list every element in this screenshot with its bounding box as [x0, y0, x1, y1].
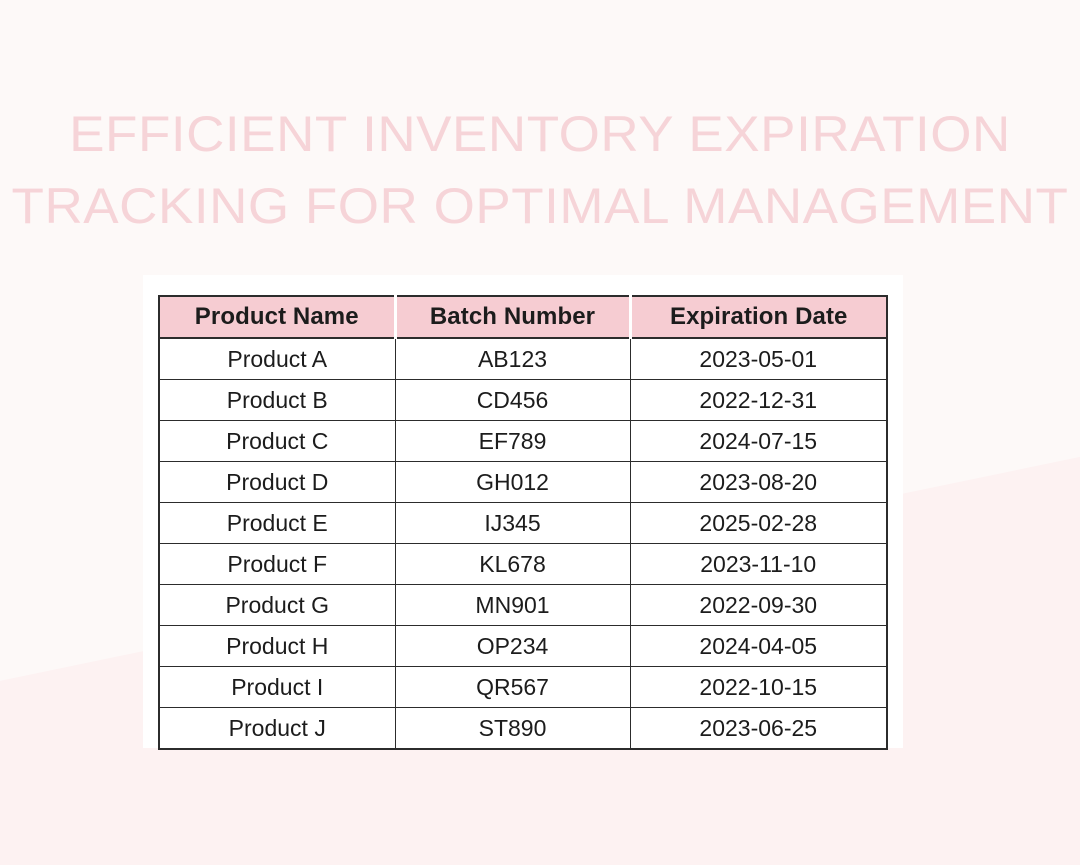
cell-expiration-date[interactable]: 2023-08-20 — [630, 461, 887, 503]
cell-batch-number[interactable]: GH012 — [395, 461, 631, 503]
table-row[interactable]: Product C EF789 2024-07-15 — [159, 420, 887, 462]
cell-batch-number[interactable]: MN901 — [395, 584, 631, 626]
cell-batch-number[interactable]: EF789 — [395, 420, 631, 462]
cell-product-name[interactable]: Product C — [159, 420, 396, 462]
cell-batch-number[interactable]: CD456 — [395, 379, 631, 421]
cell-batch-number[interactable]: QR567 — [395, 666, 631, 708]
table-row[interactable]: Product E IJ345 2025-02-28 — [159, 502, 887, 544]
table-row[interactable]: Product J ST890 2023-06-25 — [159, 707, 887, 749]
cell-expiration-date[interactable]: 2023-06-25 — [630, 707, 887, 749]
table-row[interactable]: Product A AB123 2023-05-01 — [159, 338, 887, 380]
cell-batch-number[interactable]: AB123 — [395, 338, 631, 380]
cell-product-name[interactable]: Product A — [159, 338, 396, 380]
cell-product-name[interactable]: Product D — [159, 461, 396, 503]
table-body: Product A AB123 2023-05-01 Product B CD456 20… — [159, 338, 887, 749]
table-row[interactable]: Product D GH012 2023-08-20 — [159, 461, 887, 503]
table-row[interactable]: Product F KL678 2023-11-10 — [159, 543, 887, 585]
table-header: Product Name Batch Number Expiration Dat… — [159, 296, 887, 339]
table-row[interactable]: Product H OP234 2024-04-05 — [159, 625, 887, 667]
column-header-product-name[interactable]: Product Name — [159, 296, 397, 339]
cell-product-name[interactable]: Product J — [159, 707, 396, 749]
column-header-expiration-date[interactable]: Expiration Date — [630, 296, 887, 339]
cell-product-name[interactable]: Product G — [159, 584, 396, 626]
cell-batch-number[interactable]: ST890 — [395, 707, 631, 749]
table-row[interactable]: Product G MN901 2022-09-30 — [159, 584, 887, 626]
table-card: Product Name Batch Number Expiration Dat… — [143, 275, 903, 750]
cell-batch-number[interactable]: KL678 — [395, 543, 631, 585]
cell-expiration-date[interactable]: 2024-07-15 — [630, 420, 887, 462]
cell-product-name[interactable]: Product I — [159, 666, 396, 708]
cell-expiration-date[interactable]: 2023-11-10 — [630, 543, 887, 585]
cell-expiration-date[interactable]: 2022-12-31 — [630, 379, 887, 421]
cell-product-name[interactable]: Product E — [159, 502, 396, 544]
cell-expiration-date[interactable]: 2022-09-30 — [630, 584, 887, 626]
cell-expiration-date[interactable]: 2023-05-01 — [630, 338, 887, 380]
cell-product-name[interactable]: Product H — [159, 625, 396, 667]
cell-expiration-date[interactable]: 2025-02-28 — [630, 502, 887, 544]
cell-product-name[interactable]: Product B — [159, 379, 396, 421]
cell-product-name[interactable]: Product F — [159, 543, 396, 585]
cell-batch-number[interactable]: IJ345 — [395, 502, 631, 544]
table-row[interactable]: Product B CD456 2022-12-31 — [159, 379, 887, 421]
table-row[interactable]: Product I QR567 2022-10-15 — [159, 666, 887, 708]
cell-batch-number[interactable]: OP234 — [395, 625, 631, 667]
column-header-batch-number[interactable]: Batch Number — [395, 296, 632, 339]
inventory-expiration-table: Product Name Batch Number Expiration Dat… — [158, 295, 888, 750]
cell-expiration-date[interactable]: 2024-04-05 — [630, 625, 887, 667]
table-header-row: Product Name Batch Number Expiration Dat… — [159, 296, 887, 339]
cell-expiration-date[interactable]: 2022-10-15 — [630, 666, 887, 708]
